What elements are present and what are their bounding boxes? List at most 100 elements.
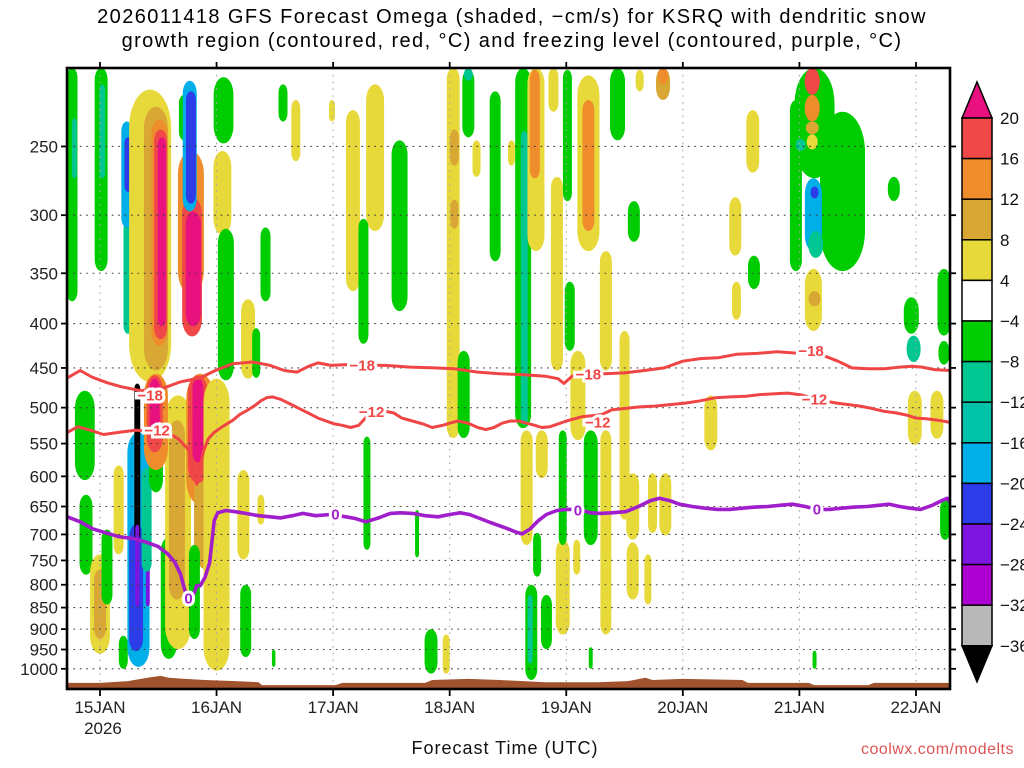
- omega-stripe: [804, 68, 820, 95]
- x-tick-label: 20JAN: [657, 698, 708, 717]
- omega-stripe: [535, 430, 548, 479]
- omega-stripe: [463, 68, 473, 81]
- omega-stripe: [937, 268, 950, 336]
- omega-stripe: [271, 649, 276, 667]
- contour-label: 0: [813, 501, 821, 518]
- terrain: [67, 675, 950, 689]
- y-tick-label: 650: [30, 498, 58, 517]
- colorbar-segment: [961, 604, 993, 647]
- contour-label: −12: [802, 391, 827, 408]
- omega-stripe: [449, 129, 459, 166]
- omega-stripe: [185, 211, 201, 327]
- omega-stripe: [747, 255, 760, 290]
- omega-stripe: [135, 524, 140, 607]
- x-tick-label: 22JAN: [890, 698, 941, 717]
- omega-stripe: [810, 186, 819, 199]
- contour-label: −18: [350, 357, 375, 374]
- x-tick-label: 17JAN: [308, 698, 359, 717]
- omega-stripe: [600, 430, 612, 635]
- y-tick-label: 250: [30, 137, 58, 156]
- colorbar-segment: [961, 157, 993, 200]
- omega-stripe: [366, 84, 385, 232]
- y-tick-label: 750: [30, 551, 58, 570]
- colorbar-label: −28: [1000, 556, 1024, 575]
- omega-stripe: [731, 281, 741, 320]
- omega-stripe: [533, 532, 542, 577]
- y-tick-label: 950: [30, 640, 58, 659]
- chart-title: 2026011418 GFS Forecast Omega (shaded, −…: [0, 5, 1024, 53]
- y-tick-label: 800: [30, 576, 58, 595]
- omega-stripe: [391, 140, 408, 312]
- colorbar-segment: [961, 239, 993, 282]
- omega-stripe: [903, 297, 919, 334]
- omega-stripe: [540, 594, 552, 650]
- omega-stripe: [328, 100, 335, 122]
- omega-stripe: [659, 473, 672, 536]
- omega-stripe: [363, 436, 371, 550]
- colorbar-segment: [961, 563, 993, 606]
- omega-stripe: [583, 430, 598, 546]
- omega-stripe: [599, 251, 612, 371]
- contour-label: −18: [576, 367, 601, 384]
- colorbar-under-arrow: [960, 645, 994, 684]
- colorbar-segment: [961, 320, 993, 363]
- omega-stripe: [185, 91, 196, 204]
- colorbar-label: −36: [1000, 637, 1024, 656]
- omega-stripe: [887, 176, 900, 202]
- omega-stripe: [168, 420, 185, 600]
- omega-stripe: [291, 100, 301, 162]
- omega-stripe: [573, 539, 581, 575]
- colorbar-segment: [961, 279, 993, 322]
- y-tick-label: 600: [30, 467, 58, 486]
- colorbar-segment: [961, 117, 993, 160]
- colorbar-label: 8: [1000, 231, 1009, 250]
- y-tick-label: 700: [30, 525, 58, 544]
- omega-stripe: [808, 231, 824, 258]
- y-tick-label: 1000: [20, 660, 58, 679]
- colorbar-label: −20: [1000, 474, 1024, 493]
- colorbar-label: −4: [1000, 312, 1019, 331]
- omega-stripe: [808, 291, 821, 307]
- omega-cross-section-chart: −18 −18 −18 −18 −12 −12 −12 −12 0 0 0 0 250 300 350 400…: [20, 62, 1024, 738]
- colorbar-label: 20: [1000, 109, 1019, 128]
- colorbar-segment: [961, 523, 993, 566]
- contour-label: 0: [574, 503, 582, 520]
- colorbar-label: 12: [1000, 190, 1019, 209]
- chart-title-line2: growth region (contoured, red, °C) and f…: [121, 30, 903, 52]
- y-tick-label: 400: [30, 315, 58, 334]
- chart-title-line1: 2026011418 GFS Forecast Omega (shaded, −…: [97, 6, 927, 28]
- omega-stripe: [472, 140, 481, 177]
- colorbar-label: −24: [1000, 515, 1024, 534]
- y-tick-label: 500: [30, 399, 58, 418]
- colorbar-label: −32: [1000, 596, 1024, 615]
- contour-label: −12: [359, 404, 384, 421]
- omega-stripe: [704, 395, 718, 451]
- omega-stripe: [548, 68, 559, 112]
- omega-stripe: [442, 634, 450, 674]
- omega-stripe: [252, 328, 261, 378]
- omega-stripe: [588, 647, 593, 669]
- omega-stripe: [157, 137, 166, 327]
- omega-stripe: [806, 134, 818, 150]
- omega-stripe: [627, 201, 640, 242]
- omega-stripe: [507, 140, 515, 166]
- watermark-url: coolwx.com/modelts: [860, 741, 1014, 758]
- omega-stripe: [450, 199, 459, 229]
- x-axis-year-label: 2026: [84, 719, 122, 738]
- omega-stripe: [657, 68, 669, 85]
- omega-stripe: [644, 554, 652, 605]
- colorbar-segment: [961, 401, 993, 444]
- omega-stripe: [626, 542, 639, 600]
- contour-label: −12: [144, 422, 169, 439]
- omega-stripe: [555, 539, 570, 635]
- x-axis-title: Forecast Time (UTC): [411, 738, 599, 758]
- omega-stripe: [345, 110, 360, 292]
- colorbar-label: −16: [1000, 434, 1024, 453]
- omega-stripe: [795, 138, 806, 151]
- x-tick-label: 19JAN: [541, 698, 592, 717]
- colorbar-label: 4: [1000, 271, 1009, 290]
- y-tick-label: 450: [30, 359, 58, 378]
- terrain-profile: [67, 675, 950, 689]
- omega-stripe: [257, 494, 265, 525]
- y-tick-label: 900: [30, 620, 58, 639]
